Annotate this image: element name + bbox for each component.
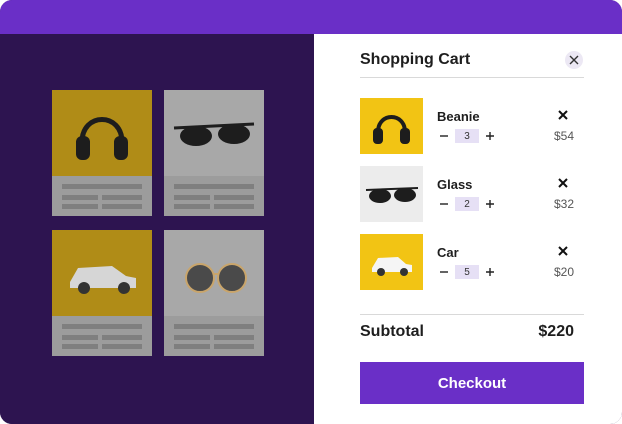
increment-button[interactable] [483, 265, 497, 279]
product-card[interactable] [52, 90, 152, 216]
minus-icon [440, 203, 448, 205]
product-card[interactable] [164, 90, 264, 216]
subtotal-label: Subtotal [360, 323, 424, 340]
minus-icon [440, 135, 448, 137]
product-image [164, 90, 264, 176]
headphones-icon [76, 117, 128, 160]
sunglasses-icon [173, 122, 255, 146]
quantity-stepper: 3 [437, 129, 497, 143]
close-icon [558, 110, 568, 120]
item-price: $54 [553, 129, 574, 143]
round-sunglasses-icon [185, 263, 247, 293]
item-thumbnail [360, 234, 423, 290]
cart-title: Shopping Cart [360, 51, 471, 68]
minus-icon [440, 271, 448, 273]
plus-icon [486, 132, 494, 140]
subtotal-value: $220 [538, 323, 574, 340]
increment-button[interactable] [483, 197, 497, 211]
quantity-value[interactable]: 2 [455, 197, 479, 211]
product-info-placeholder [164, 316, 264, 356]
product-card[interactable] [164, 230, 264, 356]
item-name: Car [437, 245, 459, 260]
divider [360, 77, 584, 78]
headphones-icon [373, 115, 410, 144]
plus-icon [486, 268, 494, 276]
product-image [164, 230, 264, 316]
close-icon [569, 55, 579, 65]
cart-item: Beanie 3 $54 [360, 98, 584, 154]
increment-button[interactable] [483, 129, 497, 143]
close-icon [558, 246, 568, 256]
quantity-stepper: 2 [437, 197, 497, 211]
close-icon [558, 178, 568, 188]
remove-item-button[interactable] [556, 176, 570, 190]
close-button[interactable] [565, 51, 583, 69]
item-thumbnail [360, 98, 423, 154]
checkout-button[interactable]: Checkout [360, 362, 584, 404]
sunglasses-icon [365, 187, 419, 203]
plus-icon [486, 200, 494, 208]
item-name: Glass [437, 177, 473, 192]
remove-item-button[interactable] [556, 244, 570, 258]
decrement-button[interactable] [437, 197, 451, 211]
product-info-placeholder [52, 316, 152, 356]
remove-item-button[interactable] [556, 108, 570, 122]
item-thumbnail [360, 166, 423, 222]
cart-item: Glass 2 $32 [360, 166, 584, 222]
product-image [52, 230, 152, 316]
quantity-stepper: 5 [437, 265, 497, 279]
decrement-button[interactable] [437, 265, 451, 279]
cart-item: Car 5 $20 [360, 234, 584, 290]
top-bar [0, 0, 622, 34]
divider [360, 314, 584, 315]
product-grid-overlay [0, 34, 314, 424]
product-card[interactable] [52, 230, 152, 356]
toy-car-icon [70, 266, 136, 294]
item-price: $20 [553, 265, 574, 279]
quantity-value[interactable]: 3 [455, 129, 479, 143]
decrement-button[interactable] [437, 129, 451, 143]
item-price: $32 [553, 197, 574, 211]
product-info-placeholder [52, 176, 152, 216]
quantity-value[interactable]: 5 [455, 265, 479, 279]
product-info-placeholder [164, 176, 264, 216]
product-image [52, 90, 152, 176]
toy-car-icon [372, 257, 412, 276]
item-name: Beanie [437, 109, 480, 124]
app-window: Shopping Cart Beanie 3 $54 Glass 2 $32 C… [0, 0, 622, 424]
cart-panel: Shopping Cart Beanie 3 $54 Glass 2 $32 C… [314, 34, 622, 424]
